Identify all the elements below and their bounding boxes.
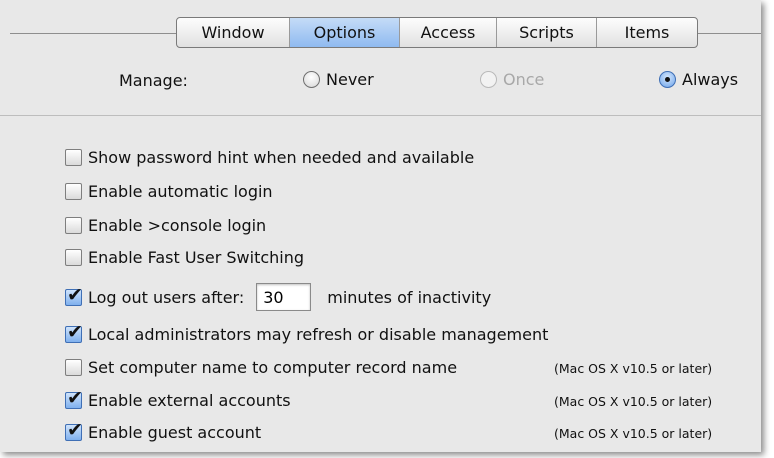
checkbox[interactable] <box>65 284 83 306</box>
radio-never-label: Never <box>326 70 374 89</box>
option-label: Enable Fast User Switching <box>88 248 305 267</box>
option-label: Local administrators may refresh or disa… <box>88 325 549 344</box>
section-divider <box>0 115 761 116</box>
option-set-computer-name[interactable]: Set computer name to computer record nam… <box>65 358 457 377</box>
option-label: Enable automatic login <box>88 182 273 201</box>
tab-options[interactable]: Options <box>289 18 399 47</box>
radio-once-label: Once <box>503 70 545 89</box>
tab-bar-line-right <box>696 33 761 34</box>
option-guest-account[interactable]: Enable guest account <box>65 419 262 442</box>
option-console-login[interactable]: Enable >console login <box>65 216 266 235</box>
checkbox[interactable] <box>65 149 82 166</box>
version-note: (Mac OS X v10.5 or later) <box>554 426 713 441</box>
minutes-suffix: minutes of inactivity <box>327 287 492 307</box>
checkbox[interactable] <box>65 419 83 441</box>
logout-minutes-input[interactable] <box>256 283 312 311</box>
tab-items[interactable]: Items <box>596 18 697 47</box>
checkbox[interactable] <box>65 387 83 409</box>
tab-bar: Window Options Access Scripts Items <box>176 17 698 48</box>
radio-button <box>480 71 497 88</box>
checkbox[interactable] <box>65 321 83 343</box>
option-log-out-users[interactable]: Log out users after: minutes of inactivi… <box>65 283 491 311</box>
option-fast-user-switching[interactable]: Enable Fast User Switching <box>65 248 304 267</box>
option-label: Enable >console login <box>88 216 267 235</box>
option-external-accounts[interactable]: Enable external accounts <box>65 387 291 410</box>
option-label: Set computer name to computer record nam… <box>88 358 458 377</box>
checkbox[interactable] <box>65 217 82 234</box>
radio-once: Once <box>480 70 544 89</box>
tab-access[interactable]: Access <box>399 18 496 47</box>
tab-window[interactable]: Window <box>177 18 289 47</box>
checkbox[interactable] <box>65 183 82 200</box>
version-note: (Mac OS X v10.5 or later) <box>554 361 713 376</box>
checkbox[interactable] <box>65 359 82 376</box>
option-local-admin-refresh[interactable]: Local administrators may refresh or disa… <box>65 321 549 344</box>
option-automatic-login[interactable]: Enable automatic login <box>65 182 273 201</box>
option-label: Enable guest account <box>88 423 262 442</box>
tab-scripts[interactable]: Scripts <box>496 18 596 47</box>
option-label: Show password hint when needed and avail… <box>88 148 475 167</box>
option-label: Enable external accounts <box>88 391 291 410</box>
tab-bar-line-left <box>10 33 176 34</box>
radio-always[interactable]: Always <box>659 70 738 89</box>
options-panel: Window Options Access Scripts Items Mana… <box>0 0 761 452</box>
radio-always-label: Always <box>682 70 739 89</box>
radio-button[interactable] <box>659 71 676 88</box>
radio-button[interactable] <box>303 71 320 88</box>
option-show-password-hint[interactable]: Show password hint when needed and avail… <box>65 148 474 167</box>
radio-never[interactable]: Never <box>303 70 374 89</box>
version-note: (Mac OS X v10.5 or later) <box>554 394 713 409</box>
option-label: Log out users after: <box>88 287 245 307</box>
manage-label: Manage: <box>119 71 188 90</box>
checkbox[interactable] <box>65 249 82 266</box>
